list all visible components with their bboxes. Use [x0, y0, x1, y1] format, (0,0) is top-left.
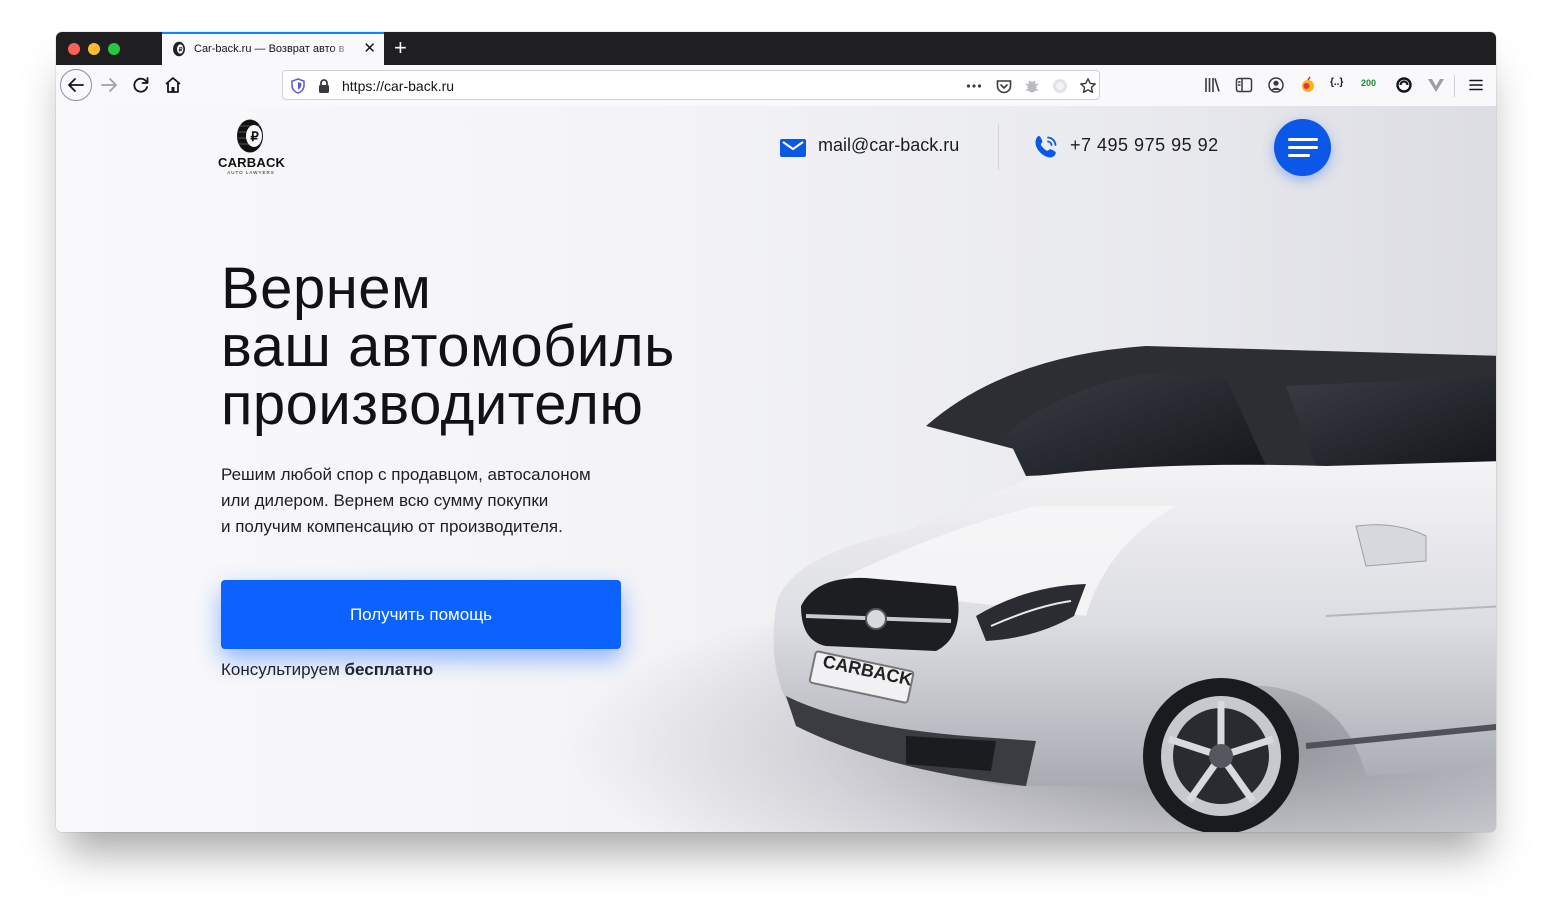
status-code-badge[interactable]: 200 — [1361, 78, 1376, 88]
window-minimize-button[interactable] — [88, 43, 100, 55]
description-line-3: и получим компенсацию от производителя. — [221, 517, 563, 536]
back-button[interactable] — [60, 69, 92, 101]
page-actions-icon[interactable] — [965, 77, 983, 95]
reload-icon — [133, 77, 149, 93]
description-line-2: или дилером. Вернем всю сумму покупки — [221, 491, 549, 510]
website-page: ₽ CARBACK AUTO LAWYERS mail@car-back.ru … — [56, 106, 1496, 832]
phone-link[interactable]: +7 495 975 95 92 — [1070, 135, 1219, 156]
browser-window: ₽ Car-back.ru — Возврат авто в ✕ + https… — [56, 32, 1496, 832]
phone-icon — [1035, 136, 1057, 158]
extension-swirl-icon[interactable] — [1394, 75, 1414, 95]
url-bar[interactable]: https://car-back.ru — [282, 70, 1100, 100]
pocket-icon[interactable] — [995, 77, 1013, 95]
forward-arrow-icon — [101, 78, 117, 92]
forward-button[interactable] — [94, 70, 124, 100]
site-menu-button[interactable] — [1274, 119, 1331, 176]
sidebar-icon[interactable] — [1234, 75, 1254, 95]
headline-line-1: Вернем — [221, 256, 432, 321]
tab-close-icon[interactable]: ✕ — [363, 40, 376, 58]
email-link[interactable]: mail@car-back.ru — [818, 135, 959, 156]
reload-button[interactable] — [126, 70, 156, 100]
tire-favicon-icon: ₽ — [173, 41, 185, 57]
menu-line-1 — [1288, 138, 1318, 141]
note-bold: бесплатно — [344, 660, 434, 679]
menu-line-3 — [1288, 154, 1310, 157]
bookmark-star-icon[interactable] — [1079, 77, 1097, 95]
note-prefix: Консультируем — [221, 660, 345, 679]
nav-bar: https://car-back.ru {..} 200 — [56, 65, 1496, 107]
tab-title: Car-back.ru — Возврат авто в — [194, 43, 345, 55]
extension-coin-icon[interactable] — [1051, 77, 1069, 95]
tab-strip: ₽ Car-back.ru — Возврат авто в ✕ + — [56, 32, 1496, 65]
window-maximize-button[interactable] — [108, 43, 120, 55]
hero-car-image: CARBACK — [773, 346, 1496, 832]
hamburger-menu-icon[interactable] — [1466, 75, 1486, 95]
account-icon[interactable] — [1266, 75, 1286, 95]
free-consultation-note: Консультируем бесплатно — [221, 660, 433, 680]
header-divider — [998, 124, 999, 170]
menu-line-2 — [1288, 146, 1318, 149]
site-logo[interactable]: ₽ CARBACK AUTO LAWYERS — [218, 118, 286, 178]
logo-tagline: AUTO LAWYERS — [227, 170, 275, 175]
url-text[interactable]: https://car-back.ru — [342, 78, 454, 94]
back-arrow-icon — [68, 78, 84, 92]
tracking-shield-icon[interactable] — [289, 77, 307, 95]
extension-bug-icon[interactable] — [1023, 77, 1041, 95]
library-icon[interactable] — [1202, 75, 1222, 95]
description-line-1: Решим любой спор с продавцом, автосалоно… — [221, 465, 591, 484]
home-icon — [165, 77, 181, 93]
extension-color-icon[interactable] — [1298, 75, 1318, 95]
lock-icon[interactable] — [315, 77, 333, 95]
json-viewer-icon[interactable]: {..} — [1330, 77, 1343, 88]
logo-wordmark: CARBACK — [218, 155, 286, 170]
svg-text:₽: ₽ — [251, 129, 260, 144]
hero-description: Решим любой спор с продавцом, автосалоно… — [221, 462, 681, 540]
toolbar-divider — [1454, 75, 1455, 97]
tab-active[interactable]: ₽ Car-back.ru — Возврат авто в ✕ — [162, 32, 384, 65]
extension-vue-icon[interactable] — [1426, 75, 1446, 95]
get-help-button[interactable]: Получить помощь — [221, 580, 621, 649]
svg-text:₽: ₽ — [179, 47, 183, 54]
new-tab-button[interactable]: + — [394, 35, 407, 61]
window-close-button[interactable] — [68, 43, 80, 55]
home-button[interactable] — [158, 70, 188, 100]
tire-logo-icon: ₽ — [237, 119, 263, 153]
mail-icon — [780, 139, 806, 157]
